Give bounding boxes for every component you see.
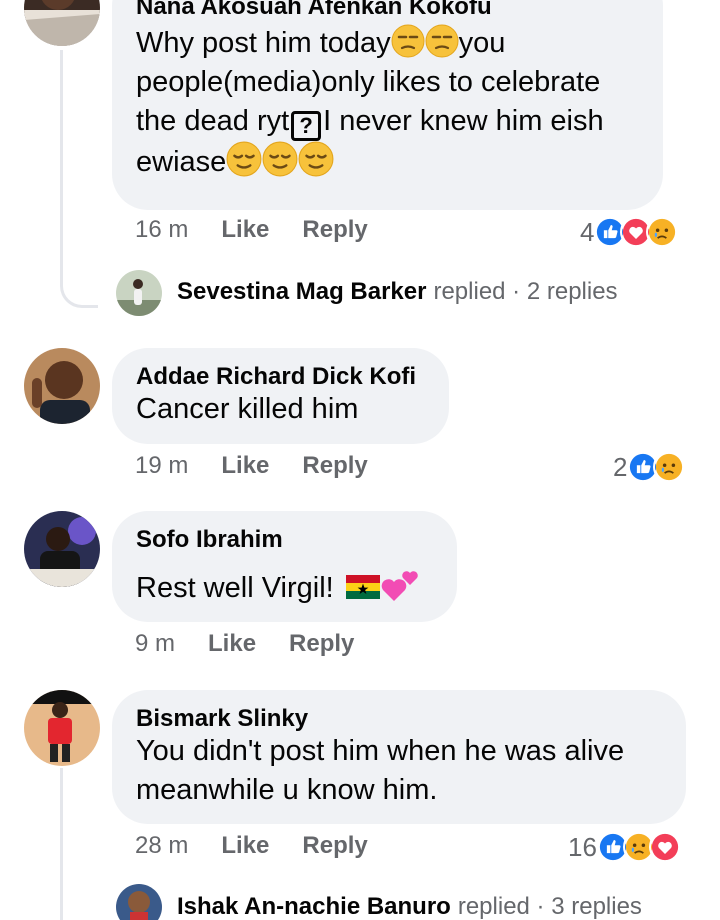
comment-text-line: You didn't post him when he was alive — [136, 735, 625, 767]
like-button[interactable]: Like — [221, 216, 269, 244]
comment-author[interactable]: Nana Akosuah Afenkan Kokofu — [136, 0, 639, 22]
comment-bubble: Nana Akosuah Afenkan Kokofu Why post him… — [112, 0, 663, 210]
reaction-summary[interactable]: 4 — [580, 216, 679, 248]
comment-meta: 19 m Like Reply — [135, 452, 368, 480]
sad-icon — [653, 451, 686, 483]
comment-text: Why post him today you people(media)only … — [136, 24, 639, 182]
comment-bubble: Sofo Ibrahim Rest well Virgil! — [112, 511, 457, 622]
comment-meta: 9 m Like Reply — [135, 630, 354, 658]
thread-line — [60, 768, 98, 920]
reply-button[interactable]: Reply — [302, 832, 367, 860]
comment-time[interactable]: 28 m — [135, 832, 188, 860]
comment-text: Cancer killed him — [136, 393, 359, 425]
like-button[interactable]: Like — [221, 452, 269, 480]
comment-bubble: Addae Richard Dick Kofi Cancer killed hi… — [112, 348, 449, 444]
reaction-count: 4 — [580, 216, 595, 247]
relieved-face-icon — [298, 141, 334, 177]
reaction-count: 2 — [613, 451, 628, 482]
comment-author[interactable]: Bismark Slinky — [136, 704, 662, 734]
view-replies-link[interactable]: Ishak An-nachie Banuro replied · 3 repli… — [177, 893, 642, 920]
avatar[interactable] — [24, 690, 100, 766]
ghana-flag-icon — [345, 575, 380, 599]
comment-time[interactable]: 9 m — [135, 630, 175, 658]
comment-text: You didn't post him when he was alive me… — [136, 732, 662, 810]
unamused-face-icon — [425, 24, 459, 58]
comment-author[interactable]: Sofo Ibrahim — [136, 525, 433, 555]
comment-text-line: meanwhile u know him. — [136, 774, 438, 806]
unknown-char-icon: ? — [291, 111, 322, 141]
avatar[interactable] — [24, 0, 100, 46]
reaction-summary[interactable]: 16 — [568, 831, 681, 863]
avatar[interactable] — [24, 511, 100, 587]
sad-icon — [646, 216, 679, 248]
reply-author: Sevestina Mag Barker — [177, 278, 427, 305]
comment-text-part: Why post him today — [136, 27, 391, 59]
reply-avatar[interactable] — [116, 270, 162, 316]
comment-text: Rest well Virgil! — [136, 567, 433, 608]
comment-meta: 28 m Like Reply — [135, 832, 368, 860]
thread-line — [60, 50, 98, 308]
two-hearts-icon — [380, 567, 420, 605]
reply-author: Ishak An-nachie Banuro — [177, 893, 451, 920]
relieved-face-icon — [262, 141, 298, 177]
reply-button[interactable]: Reply — [289, 630, 354, 658]
unamused-face-icon — [391, 24, 425, 58]
like-button[interactable]: Like — [208, 630, 256, 658]
comment-time[interactable]: 19 m — [135, 452, 188, 480]
comment-time[interactable]: 16 m — [135, 216, 188, 244]
reply-button[interactable]: Reply — [302, 452, 367, 480]
love-icon — [648, 831, 681, 863]
reaction-summary[interactable]: 2 — [613, 451, 686, 483]
like-button[interactable]: Like — [221, 832, 269, 860]
avatar[interactable] — [24, 348, 100, 424]
comment-author[interactable]: Addae Richard Dick Kofi — [136, 362, 425, 392]
comment-meta: 16 m Like Reply — [135, 216, 368, 244]
reaction-count: 16 — [568, 831, 597, 862]
replies-count: replied · 3 replies — [457, 893, 642, 920]
comment-bubble: Bismark Slinky You didn't post him when … — [112, 690, 686, 824]
comment-text-part: Rest well Virgil! — [136, 572, 334, 604]
replies-count: replied · 2 replies — [433, 278, 618, 305]
view-replies-link[interactable]: Sevestina Mag Barker replied · 2 replies — [177, 278, 618, 306]
reply-avatar[interactable] — [116, 884, 162, 920]
reply-button[interactable]: Reply — [302, 216, 367, 244]
relieved-face-icon — [226, 141, 262, 177]
